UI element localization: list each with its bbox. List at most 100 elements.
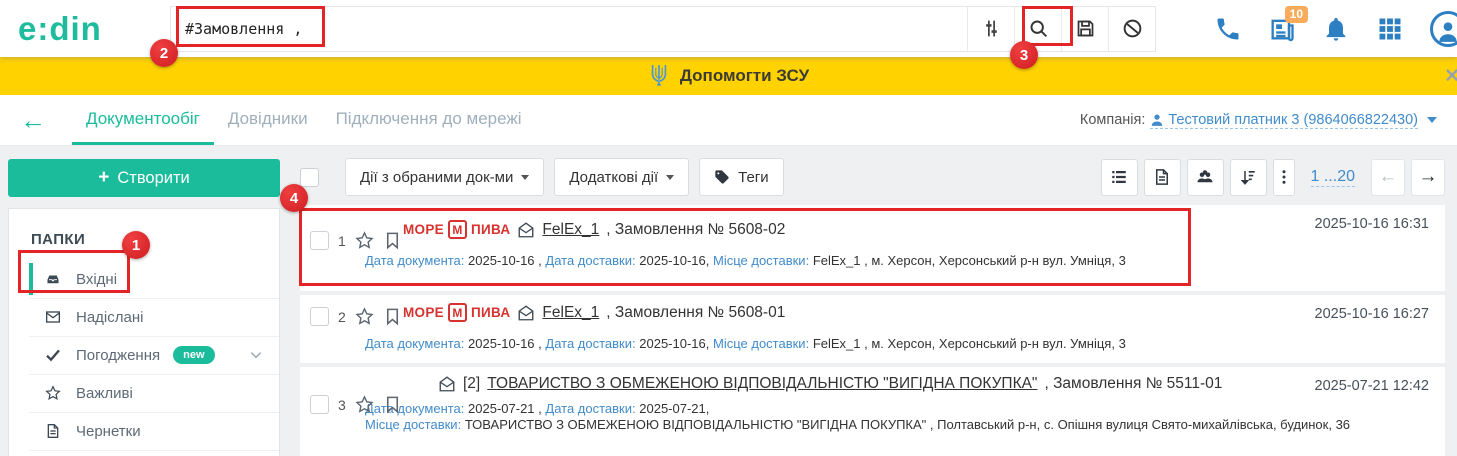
person-icon xyxy=(1435,18,1457,44)
counterparty-link[interactable]: FelEx_1 xyxy=(542,221,599,239)
table-row[interactable]: 2 МОРЕ М ПИВА xyxy=(300,295,1445,363)
banner-close-icon[interactable]: ✕ xyxy=(1444,65,1457,88)
row-controls: 3 xyxy=(310,395,402,414)
select-all-checkbox[interactable] xyxy=(300,168,319,187)
mail-open-icon xyxy=(438,375,456,393)
next-page-button[interactable]: → xyxy=(1411,159,1445,196)
create-button[interactable]: + Створити xyxy=(8,159,280,197)
nav-row: ← Документообіг Довідники Підключення до… xyxy=(0,95,1457,146)
sidebar-item-archive[interactable]: Архів xyxy=(9,450,279,456)
tab-directories[interactable]: Довідники xyxy=(214,95,322,145)
search-icon xyxy=(1028,18,1049,39)
inbox-icon xyxy=(45,271,63,287)
document-title: [2] ТОВАРИСТВО З ОБМЕЖЕНОЮ ВІДПОВІДАЛЬНІ… xyxy=(438,375,1445,393)
sort-button[interactable] xyxy=(1230,159,1267,196)
user-avatar[interactable] xyxy=(1430,11,1457,47)
edin-logo[interactable]: e:din xyxy=(18,10,170,48)
document-details: Дата документа: 2025-10-16 , Дата достав… xyxy=(365,336,1445,352)
chevron-down-icon[interactable] xyxy=(249,348,263,362)
row-controls: 1 xyxy=(310,231,402,250)
tab-network[interactable]: Підключення до мережі xyxy=(322,95,536,145)
list-toolbar: Дії з обраними док-ми Додаткові дії Теги xyxy=(300,158,1445,196)
more-piva-logo: МОРЕ М ПИВА xyxy=(403,220,510,239)
extra-actions-button[interactable]: Додаткові дії xyxy=(554,158,689,196)
chevron-down-icon xyxy=(666,175,674,180)
star-icon[interactable] xyxy=(355,307,374,326)
content-area: + Створити ПАПКИ Вхідні Надіслані xyxy=(0,146,1457,456)
phone-icon[interactable] xyxy=(1214,15,1242,43)
star-icon xyxy=(45,385,63,401)
news-icon[interactable]: 10 xyxy=(1268,15,1296,43)
document-number: , Замовлення № 5608-01 xyxy=(606,304,785,322)
star-icon[interactable] xyxy=(355,395,374,414)
sidebar-item-sent[interactable]: Надіслані xyxy=(9,298,279,336)
chevron-down-icon[interactable] xyxy=(1427,117,1437,123)
row-checkbox[interactable] xyxy=(310,307,329,326)
document-list: 1 МОРЕ М ПИВА xyxy=(300,205,1445,456)
filter-button[interactable] xyxy=(967,7,1014,51)
list-view-button[interactable] xyxy=(1101,159,1138,196)
envelope-icon xyxy=(45,309,63,325)
company-link[interactable]: Тестовий платник 3 (9864066822430) xyxy=(1150,112,1418,129)
document-title: МОРЕ М ПИВА FelEx_1 , Замовлення № 5608-… xyxy=(403,303,1445,322)
row-controls: 2 xyxy=(310,307,402,326)
sidebar-item-approvals[interactable]: Погодження new xyxy=(9,336,279,374)
prev-page-button[interactable]: ← xyxy=(1371,159,1405,196)
file-icon xyxy=(45,423,63,439)
app-root: e:din xyxy=(0,0,1457,456)
row-checkbox[interactable] xyxy=(310,395,329,414)
folders-title: ПАПКИ xyxy=(9,209,279,260)
bookmark-icon[interactable] xyxy=(383,307,402,326)
bell-icon[interactable] xyxy=(1322,15,1350,43)
counterparty-link[interactable]: ТОВАРИСТВО З ОБМЕЖЕНОЮ ВІДПОВІДАЛЬНІСТЮ … xyxy=(487,375,1037,393)
back-arrow[interactable]: ← xyxy=(20,107,46,133)
plus-icon: + xyxy=(98,167,109,189)
counterparty-link[interactable]: FelEx_1 xyxy=(542,304,599,322)
row-content: МОРЕ М ПИВА FelEx_1 , Замовлення № 5608-… xyxy=(365,205,1445,269)
cancel-icon xyxy=(1122,18,1143,39)
search-bar xyxy=(170,6,1156,52)
donate-banner[interactable]: Допомогти ЗСУ ✕ xyxy=(0,57,1457,95)
bookmark-icon[interactable] xyxy=(383,231,402,250)
trident-icon xyxy=(648,63,670,89)
row-number: 1 xyxy=(338,233,346,249)
pagination[interactable]: 1 ...20 xyxy=(1311,168,1355,187)
search-button[interactable] xyxy=(1014,7,1061,51)
mail-open-icon xyxy=(517,304,535,322)
star-icon[interactable] xyxy=(355,231,374,250)
document-date: 2025-10-16 16:31 xyxy=(1315,216,1430,232)
clear-search-button[interactable] xyxy=(1108,7,1155,51)
row-content: [2] ТОВАРИСТВО З ОБМЕЖЕНОЮ ВІДПОВІДАЛЬНІ… xyxy=(365,367,1445,433)
tab-documents[interactable]: Документообіг xyxy=(72,95,214,145)
bulk-actions-button[interactable]: Дії з обраними док-ми xyxy=(345,158,544,196)
banner-text: Допомогти ЗСУ xyxy=(680,66,809,86)
save-search-button[interactable] xyxy=(1061,7,1108,51)
contacts-button[interactable] xyxy=(1187,159,1224,196)
check-icon xyxy=(45,347,63,363)
document-title: МОРЕ М ПИВА FelEx_1 , Замовлення № 5608-… xyxy=(403,220,1445,239)
folders-panel: ПАПКИ Вхідні Надіслані Погодження new xyxy=(8,208,280,456)
row-checkbox[interactable] xyxy=(310,231,329,250)
row-content: МОРЕ М ПИВА FelEx_1 , Замовлення № 5608-… xyxy=(365,295,1445,352)
tags-button[interactable]: Теги xyxy=(699,158,784,196)
search-input[interactable] xyxy=(171,7,967,51)
document-view-button[interactable] xyxy=(1144,159,1181,196)
sidebar-item-label: Чернетки xyxy=(76,423,141,440)
row-number: 2 xyxy=(338,309,346,325)
more-options-button[interactable] xyxy=(1273,159,1295,196)
document-date: 2025-10-16 16:27 xyxy=(1315,306,1430,322)
table-row[interactable]: 1 МОРЕ М ПИВА xyxy=(300,205,1445,291)
list-icon xyxy=(1110,168,1128,186)
person-icon xyxy=(1150,113,1164,127)
table-row[interactable]: 3 [2] ТОВАРИСТВО З ОБМЕЖЕНОЮ ВІДПОВІ xyxy=(300,367,1445,456)
sidebar-item-drafts[interactable]: Чернетки xyxy=(9,412,279,450)
sidebar-item-label: Вхідні xyxy=(76,271,117,288)
people-icon xyxy=(1196,168,1214,186)
apps-grid-icon[interactable] xyxy=(1376,15,1404,43)
sidebar-item-label: Погодження xyxy=(76,347,160,364)
bookmark-icon[interactable] xyxy=(383,395,402,414)
sliders-icon xyxy=(981,18,1002,39)
sidebar-item-label: Важливі xyxy=(76,385,133,402)
sidebar-item-important[interactable]: Важливі xyxy=(9,374,279,412)
sidebar-item-inbox[interactable]: Вхідні xyxy=(9,260,279,298)
